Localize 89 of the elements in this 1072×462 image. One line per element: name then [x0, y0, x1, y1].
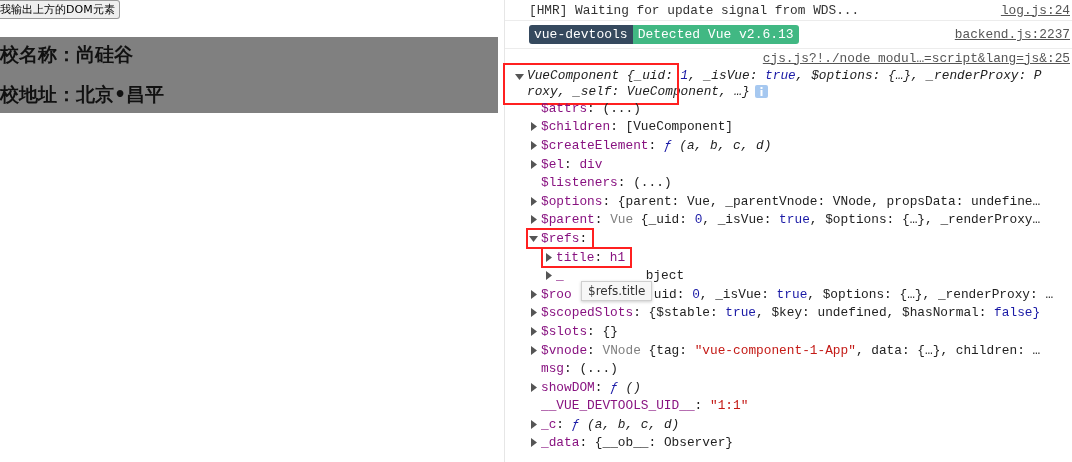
value-text: 1 [680, 67, 689, 83]
value-text: (...) [602, 100, 641, 116]
value-text: true [725, 305, 757, 321]
value-text: 0 [694, 212, 703, 228]
value-text: (a, b, c, d) [586, 416, 680, 432]
colon-text: : [579, 230, 588, 246]
property-key: $slots [541, 323, 588, 339]
colon-text: : [594, 249, 603, 265]
property-key: _data [541, 435, 580, 451]
value-text: (...) [579, 361, 618, 377]
colon-text: : [587, 100, 595, 116]
property-key: title [556, 249, 595, 265]
version-badge: vue-devtools [529, 25, 633, 44]
value-text: , _isVue: [688, 67, 759, 83]
heading: 校名称：尚硅谷 [0, 42, 134, 67]
value-text: VueComponent {_uid: [527, 67, 674, 83]
colon-text: : [594, 379, 603, 395]
value-text: {_uid: [639, 212, 688, 228]
source-link[interactable]: log.js:24 [1000, 2, 1070, 18]
value-text: {__ob__: Observer} [594, 435, 733, 451]
property-key: $vnode [541, 342, 588, 358]
property-key: showDOM [541, 379, 595, 395]
value-text: VNode [602, 342, 641, 358]
value-text: , data: {…}, children: … [855, 342, 1041, 358]
value-text: , $options: {…}, _renderProxy: P [795, 67, 1042, 83]
property-key: $refs [541, 230, 580, 246]
colon-text: : [587, 342, 595, 358]
value-text: h1 [609, 249, 626, 265]
version-badge: Detected Vue v2.6.13 [632, 25, 799, 44]
collapse-arrow-icon[interactable] [529, 233, 538, 243]
property-key: $roo [541, 286, 572, 302]
colon-text: : [648, 138, 657, 153]
value-text: , $options: {…}, _renderProxy… [809, 212, 1041, 228]
property-key: msg [541, 361, 565, 377]
value-text: div [579, 156, 603, 172]
value-text: "1:1" [709, 398, 749, 414]
source-link[interactable]: backend.js:2237 [954, 27, 1070, 42]
colon-text: : [564, 156, 572, 172]
output-dom-button[interactable]: 我输出上方的DOM元素 [0, 0, 120, 19]
colon-text: : [564, 361, 572, 377]
colon-text: : [594, 212, 603, 228]
value-text: {$stable: [648, 305, 719, 321]
collapse-arrow-icon[interactable] [515, 72, 524, 81]
property-key: $parent [541, 212, 595, 228]
expand-arrow-icon[interactable] [529, 382, 538, 392]
property-key: $children [541, 119, 611, 135]
colon-text: : [579, 435, 588, 451]
value-text: {} [602, 323, 618, 339]
value-text: 0 [692, 286, 700, 302]
property-key: $createElement [541, 138, 649, 153]
value-text: , $key: undefined, $hasNormal: [756, 305, 988, 321]
colon-text: : [602, 193, 611, 209]
colon-text: : [694, 398, 703, 414]
heading: 校地址：北京•昌平 [0, 82, 166, 107]
property-key: $listeners [541, 175, 618, 191]
colon-text: : [610, 119, 618, 135]
value-text: Vue [610, 212, 634, 228]
value-text: (...) [633, 175, 672, 191]
property-key: $attrs [541, 100, 588, 116]
value-text: {parent: Vue, _parentVnode: VNode, propsData: undefine… [617, 193, 1041, 209]
property-key: _c [541, 416, 557, 432]
source-link[interactable]: cjs.js?!./node_modul…=script&lang=js&:25 [762, 50, 1070, 66]
value-text: , _isVue: [699, 286, 770, 302]
value-text: , _isVue: [702, 212, 773, 228]
colon-text: : [617, 175, 626, 191]
log-message: [HMR] Waiting for update signal from WDS... [529, 2, 860, 18]
value-text: ƒ [571, 416, 580, 432]
value-text: ƒ [610, 379, 618, 395]
property-key: _ [556, 268, 564, 284]
value-text: () [624, 379, 641, 395]
colon-text: : [556, 416, 565, 432]
value-text: uid: [653, 286, 686, 302]
value-text: "vue-component-1-App" [694, 342, 856, 358]
tooltip: $refs.title [581, 280, 653, 301]
value-text: ƒ [663, 138, 672, 153]
value-text: true [776, 286, 808, 302]
value-text: {tag: [647, 342, 688, 358]
value-text: [VueComponent] [625, 119, 733, 135]
value-text: false} [994, 305, 1041, 321]
colon-text: : [587, 323, 595, 339]
colon-text: : [633, 305, 641, 321]
property-key: $options [541, 193, 603, 209]
value-text: (a, b, c, d) [678, 138, 772, 153]
value-text: true [765, 67, 796, 83]
value-text: true [779, 212, 810, 228]
property-key: __VUE_DEVTOOLS_UID__ [541, 398, 695, 414]
value-text: , $options: {…}, _renderProxy: … [807, 286, 1054, 302]
property-key: $scopedSlots [541, 305, 634, 321]
property-key: $el [541, 156, 565, 172]
